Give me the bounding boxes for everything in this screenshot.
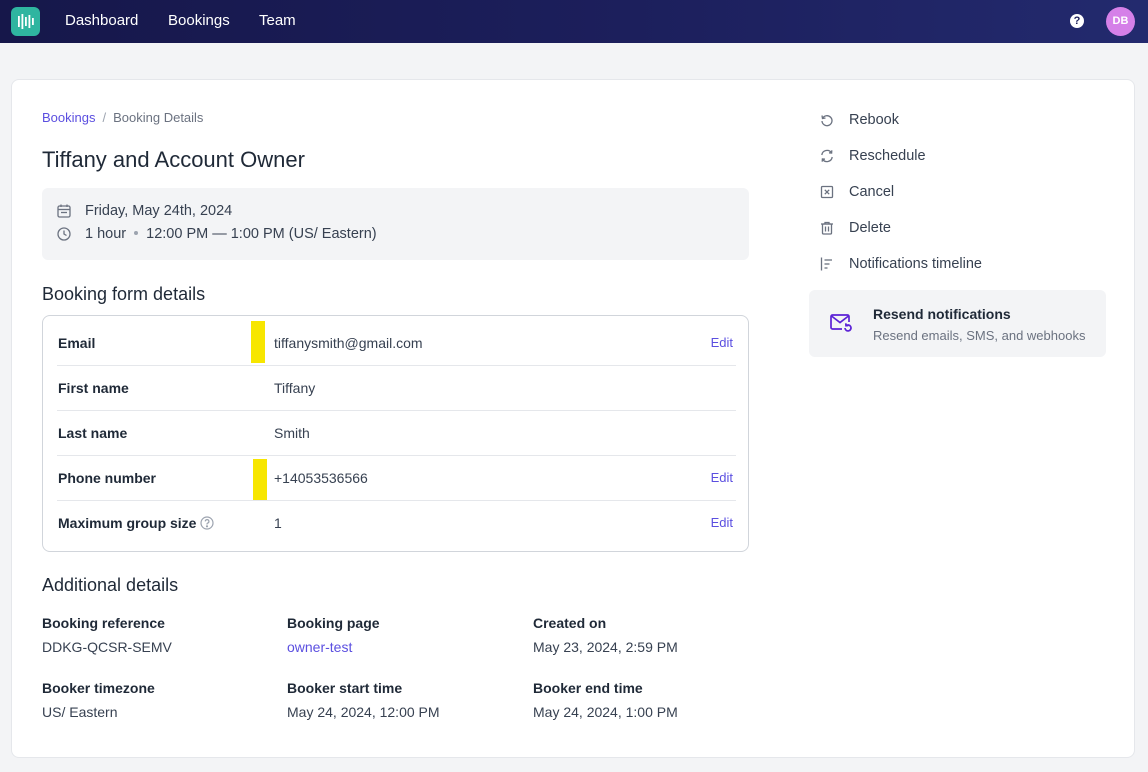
detail-value: DDKG-QCSR-SEMV [42,639,172,655]
resend-notifications-button[interactable]: Resend notifications Resend emails, SMS,… [809,290,1106,357]
detail-created-on: Created on May 23, 2024, 2:59 PM [533,615,678,655]
top-nav: Dashboard Bookings Team ? DB [0,0,1148,43]
reschedule-icon [821,149,833,163]
clock-icon [57,227,71,241]
nav-dashboard[interactable]: Dashboard [65,12,138,29]
booking-time-summary: Friday, May 24th, 2024 1 hour 12:00 PM —… [42,188,749,260]
form-value: +14053536566 [274,470,368,486]
detail-label: Created on [533,615,607,631]
nav-bookings[interactable]: Bookings [168,12,230,29]
resend-subtitle: Resend emails, SMS, and webhooks [873,328,1086,343]
avatar[interactable]: DB [1106,7,1135,36]
logo-icon [18,14,34,29]
edit-email-link[interactable]: Edit [711,335,733,350]
form-label: First name [58,380,129,396]
trash-icon [821,221,833,235]
detail-value: May 23, 2024, 2:59 PM [533,639,678,655]
detail-booker-end-time: Booker end time May 24, 2024, 1:00 PM [533,680,678,720]
booking-date: Friday, May 24th, 2024 [85,203,233,219]
booking-page-link[interactable]: owner-test [287,639,380,655]
detail-booking-reference: Booking reference DDKG-QCSR-SEMV [42,615,172,655]
app-logo[interactable] [11,7,40,36]
form-label: Phone number [58,470,157,486]
detail-booker-start-time: Booker start time May 24, 2024, 12:00 PM [287,680,440,720]
action-label: Cancel [849,184,895,200]
breadcrumb: Bookings / Booking Details [42,110,203,125]
detail-label: Booker timezone [42,680,155,696]
cancel-icon [820,185,834,199]
form-label: Email [58,335,96,351]
action-label: Notifications timeline [849,256,982,272]
edit-group-size-link[interactable]: Edit [711,515,733,530]
form-value: Tiffany [274,380,316,396]
additional-details-heading: Additional details [42,575,179,595]
calendar-icon [57,204,71,218]
booking-time-range: 12:00 PM — 1:00 PM (US/ Eastern) [146,226,377,242]
delete-action[interactable]: Delete [819,220,891,236]
detail-label: Booker start time [287,680,403,696]
form-row-group-size: Maximum group size 1 Edit [57,501,736,546]
nav-team[interactable]: Team [259,12,296,29]
form-value: 1 [274,515,282,531]
help-button[interactable]: ? [1070,14,1084,28]
form-label-group: Maximum group size [58,515,215,531]
action-label: Delete [849,220,891,236]
detail-booking-page: Booking page owner-test [287,615,380,655]
booking-form-table: Email tiffanysmith@gmail.com Edit First … [42,315,749,552]
detail-booker-timezone: Booker timezone US/ Eastern [42,680,155,720]
rebook-icon [821,115,833,127]
breadcrumb-current: Booking Details [113,110,204,125]
detail-label: Booking page [287,615,380,631]
resend-title: Resend notifications [873,306,1011,322]
mail-refresh-icon [830,314,852,332]
detail-label: Booker end time [533,680,643,696]
detail-value: US/ Eastern [42,704,118,720]
form-label: Last name [58,425,128,441]
booking-details-card: Bookings / Booking Details Tiffany and Acc… [11,79,1135,758]
booking-form-heading: Booking form details [42,284,206,304]
cancel-action[interactable]: Cancel [819,184,894,200]
notifications-timeline-action[interactable]: Notifications timeline [819,256,982,272]
page-title: Tiffany and Account Owner [42,147,305,172]
breadcrumb-separator: / [102,110,107,125]
form-row-last-name: Last name Smith [57,411,736,456]
detail-value: May 24, 2024, 1:00 PM [533,704,678,720]
rebook-action[interactable]: Rebook [819,112,899,128]
separator-dot [134,231,139,235]
form-value: Smith [274,425,310,441]
booking-date-row: Friday, May 24th, 2024 [56,203,232,219]
timeline-icon [820,257,832,271]
reschedule-action[interactable]: Reschedule [819,148,926,164]
form-row-first-name: First name Tiffany [57,366,736,411]
action-label: Reschedule [849,148,926,164]
booking-duration: 1 hour [85,226,127,242]
form-row-email: Email tiffanysmith@gmail.com Edit [57,321,736,366]
form-label: Maximum group size [58,515,197,531]
question-circle-icon[interactable] [200,516,215,530]
booking-time-row: 1 hour 12:00 PM — 1:00 PM (US/ Eastern) [56,226,377,242]
action-label: Rebook [849,112,899,128]
detail-label: Booking reference [42,615,165,631]
detail-value: May 24, 2024, 12:00 PM [287,704,440,720]
breadcrumb-bookings-link[interactable]: Bookings [42,110,95,125]
form-row-phone: Phone number +14053536566 Edit [57,456,736,501]
form-value: tiffanysmith@gmail.com [274,335,423,351]
edit-phone-link[interactable]: Edit [711,470,733,485]
